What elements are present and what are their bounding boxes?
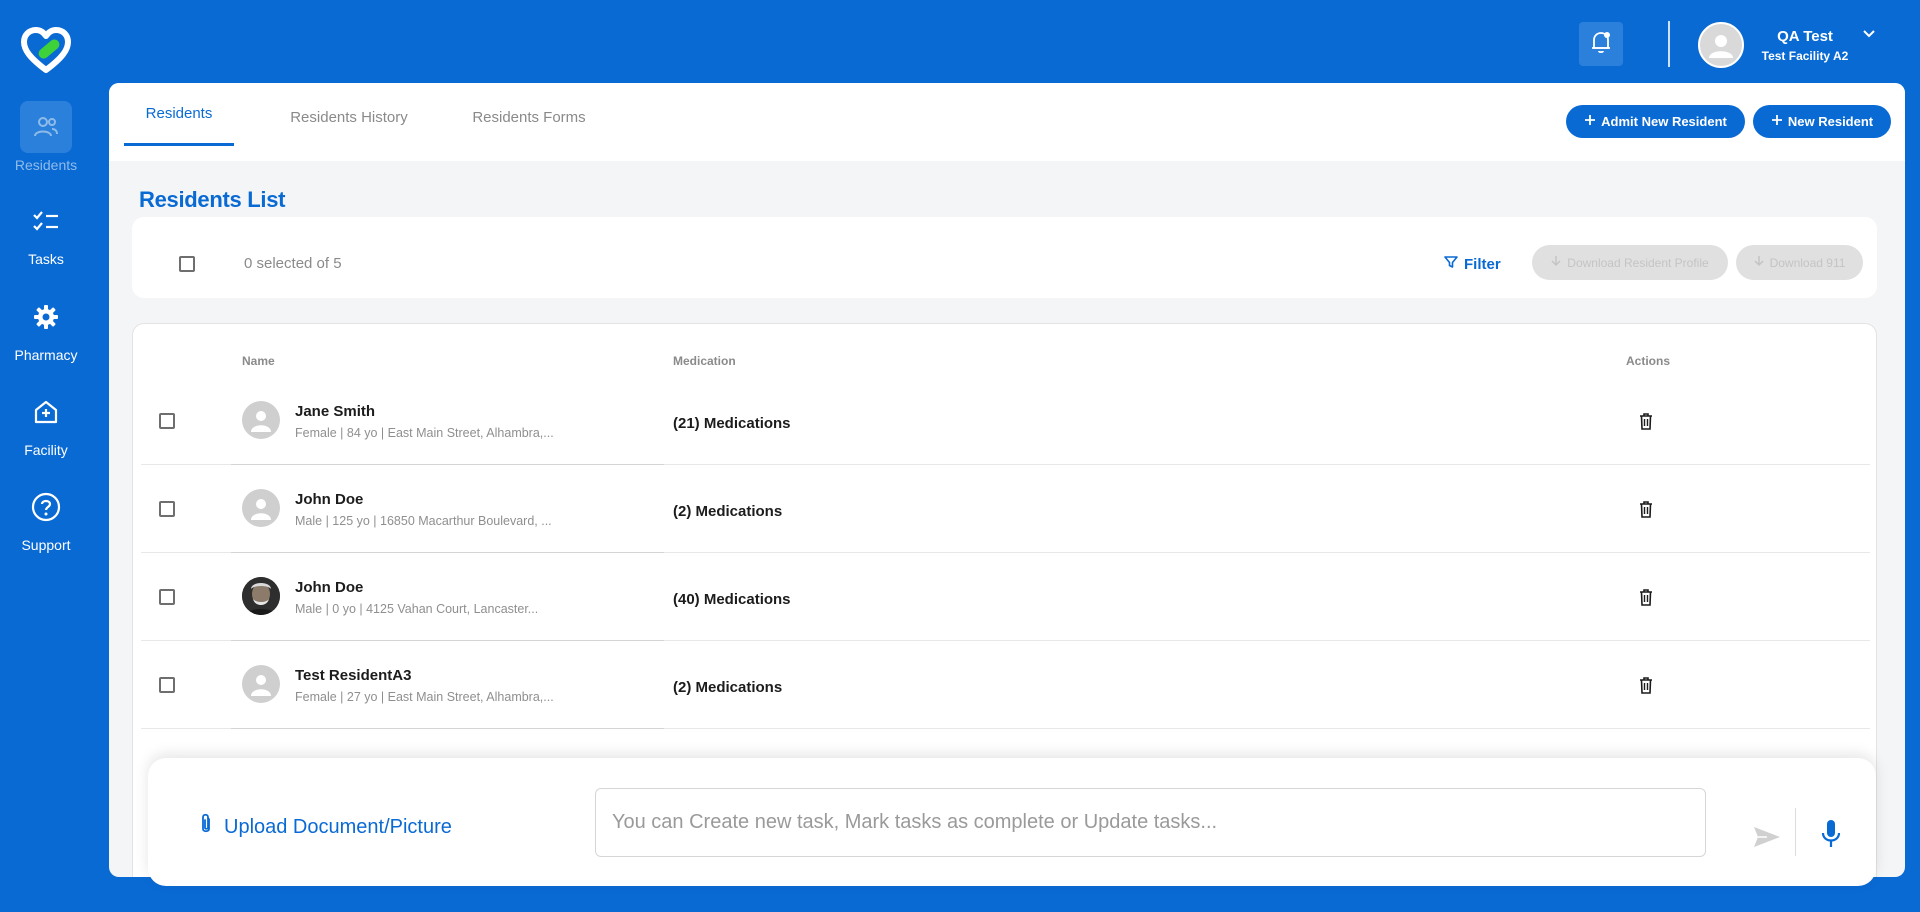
trash-icon[interactable]: [1635, 674, 1657, 696]
assistant-divider: [1795, 808, 1796, 856]
trash-icon[interactable]: [1635, 498, 1657, 520]
filter-icon: [1444, 255, 1458, 273]
column-header-name: Name: [242, 354, 275, 368]
app-logo[interactable]: [20, 26, 72, 74]
new-resident-label: New Resident: [1787, 114, 1874, 129]
filter-label: Filter: [1464, 255, 1501, 273]
facility-house-icon: [20, 386, 72, 438]
download-resident-profile-button[interactable]: Download Resident Profile: [1532, 245, 1728, 280]
resident-name[interactable]: John Doe: [295, 491, 363, 508]
upload-document-label: Upload Document/Picture: [224, 815, 452, 838]
plus-icon: [1584, 114, 1596, 129]
sidebar-item-label: Residents: [14, 157, 78, 173]
avatar: [1698, 22, 1744, 68]
sidebar-item-tasks[interactable]: Tasks: [0, 195, 92, 281]
row-checkbox[interactable]: [159, 501, 175, 517]
avatar: [242, 489, 280, 527]
filter-button[interactable]: Filter: [1444, 253, 1501, 275]
download-911-label: Download 911: [1769, 255, 1846, 270]
avatar: [242, 665, 280, 703]
tasks-checklist-icon: [20, 195, 72, 247]
facility-name: Test Facility A2: [1761, 48, 1849, 63]
user-name: QA Test: [1777, 27, 1833, 45]
admit-new-resident-button[interactable]: Admit New Resident: [1566, 105, 1745, 138]
table-row[interactable]: Jane Smith Female | 84 yo | East Main St…: [141, 377, 1870, 465]
resident-details: Female | 84 yo | East Main Street, Alham…: [295, 426, 554, 440]
sidebar: Residents Tasks Pharmacy Facility Suppor…: [0, 0, 92, 912]
assistant-prompt-input[interactable]: [595, 788, 1706, 857]
row-checkbox[interactable]: [159, 589, 175, 605]
resident-medications[interactable]: (2) Medications: [673, 503, 782, 520]
notifications-button[interactable]: [1579, 22, 1623, 66]
resident-name[interactable]: Test ResidentA3: [295, 667, 411, 684]
tab-residents[interactable]: Residents: [124, 83, 234, 146]
row-checkbox[interactable]: [159, 413, 175, 429]
resident-details: Male | 125 yo | 16850 Macarthur Boulevar…: [295, 514, 552, 528]
download-resident-profile-label: Download Resident Profile: [1567, 255, 1709, 270]
paperclip-icon: [198, 812, 214, 842]
table-row[interactable]: John Doe Male | 0 yo | 4125 Vahan Court,…: [141, 553, 1870, 641]
tab-residents-forms[interactable]: Residents Forms: [454, 83, 604, 146]
resident-details: Female | 27 yo | East Main Street, Alham…: [295, 690, 554, 704]
sidebar-item-label: Support: [21, 537, 71, 553]
user-menu[interactable]: QA Test Test Facility A2: [1698, 21, 1878, 69]
new-resident-button[interactable]: New Resident: [1753, 105, 1891, 138]
residents-icon: [20, 101, 72, 153]
sidebar-item-support[interactable]: Support: [0, 481, 92, 567]
avatar: [242, 401, 280, 439]
download-arrow-icon: [1754, 255, 1764, 270]
sidebar-item-pharmacy[interactable]: Pharmacy: [0, 291, 92, 377]
resident-medications[interactable]: (21) Medications: [673, 415, 791, 432]
resident-name[interactable]: Jane Smith: [295, 403, 375, 420]
trash-icon[interactable]: [1635, 586, 1657, 608]
column-header-actions: Actions: [1626, 354, 1671, 368]
gear-icon: [20, 291, 72, 343]
upload-document-button[interactable]: Upload Document/Picture: [198, 812, 452, 842]
sidebar-item-label: Facility: [24, 442, 68, 458]
download-911-button[interactable]: Download 911: [1736, 245, 1863, 280]
resident-details: Male | 0 yo | 4125 Vahan Court, Lancaste…: [295, 602, 539, 616]
row-checkbox[interactable]: [159, 677, 175, 693]
table-row[interactable]: John Doe Male | 125 yo | 16850 Macarthur…: [141, 465, 1870, 553]
chevron-down-icon[interactable]: [1862, 26, 1876, 44]
resident-medications[interactable]: (2) Medications: [673, 679, 782, 696]
admit-new-resident-label: Admit New Resident: [1601, 114, 1727, 129]
sidebar-item-residents[interactable]: Residents: [0, 101, 92, 187]
list-toolbar: 0 selected of 5 Filter Download Resident…: [132, 217, 1877, 298]
sidebar-item-label: Pharmacy: [14, 347, 78, 363]
bell-icon: [1590, 30, 1612, 59]
tab-residents-history[interactable]: Residents History: [269, 83, 429, 146]
resident-photo: [242, 577, 280, 615]
select-all-checkbox[interactable]: [179, 256, 195, 272]
send-icon[interactable]: [1752, 824, 1782, 850]
header-divider: [1668, 21, 1670, 67]
assistant-bar: Upload Document/Picture: [148, 758, 1876, 886]
download-arrow-icon: [1551, 255, 1561, 270]
trash-icon[interactable]: [1635, 410, 1657, 432]
selected-count: 0 selected of 5: [244, 255, 342, 272]
sidebar-item-label: Tasks: [28, 251, 64, 267]
table-row[interactable]: Test ResidentA3 Female | 27 yo | East Ma…: [141, 641, 1870, 729]
resident-medications[interactable]: (40) Medications: [673, 591, 791, 608]
tab-bar: Residents Residents History Residents Fo…: [109, 83, 1905, 161]
column-header-medication: Medication: [673, 354, 736, 368]
sidebar-item-facility[interactable]: Facility: [0, 386, 92, 472]
resident-name[interactable]: John Doe: [295, 579, 363, 596]
row-divider: [231, 728, 664, 729]
microphone-icon[interactable]: [1818, 818, 1844, 850]
plus-icon: [1771, 114, 1783, 129]
question-icon: [20, 481, 72, 533]
page-title: Residents List: [139, 187, 286, 212]
